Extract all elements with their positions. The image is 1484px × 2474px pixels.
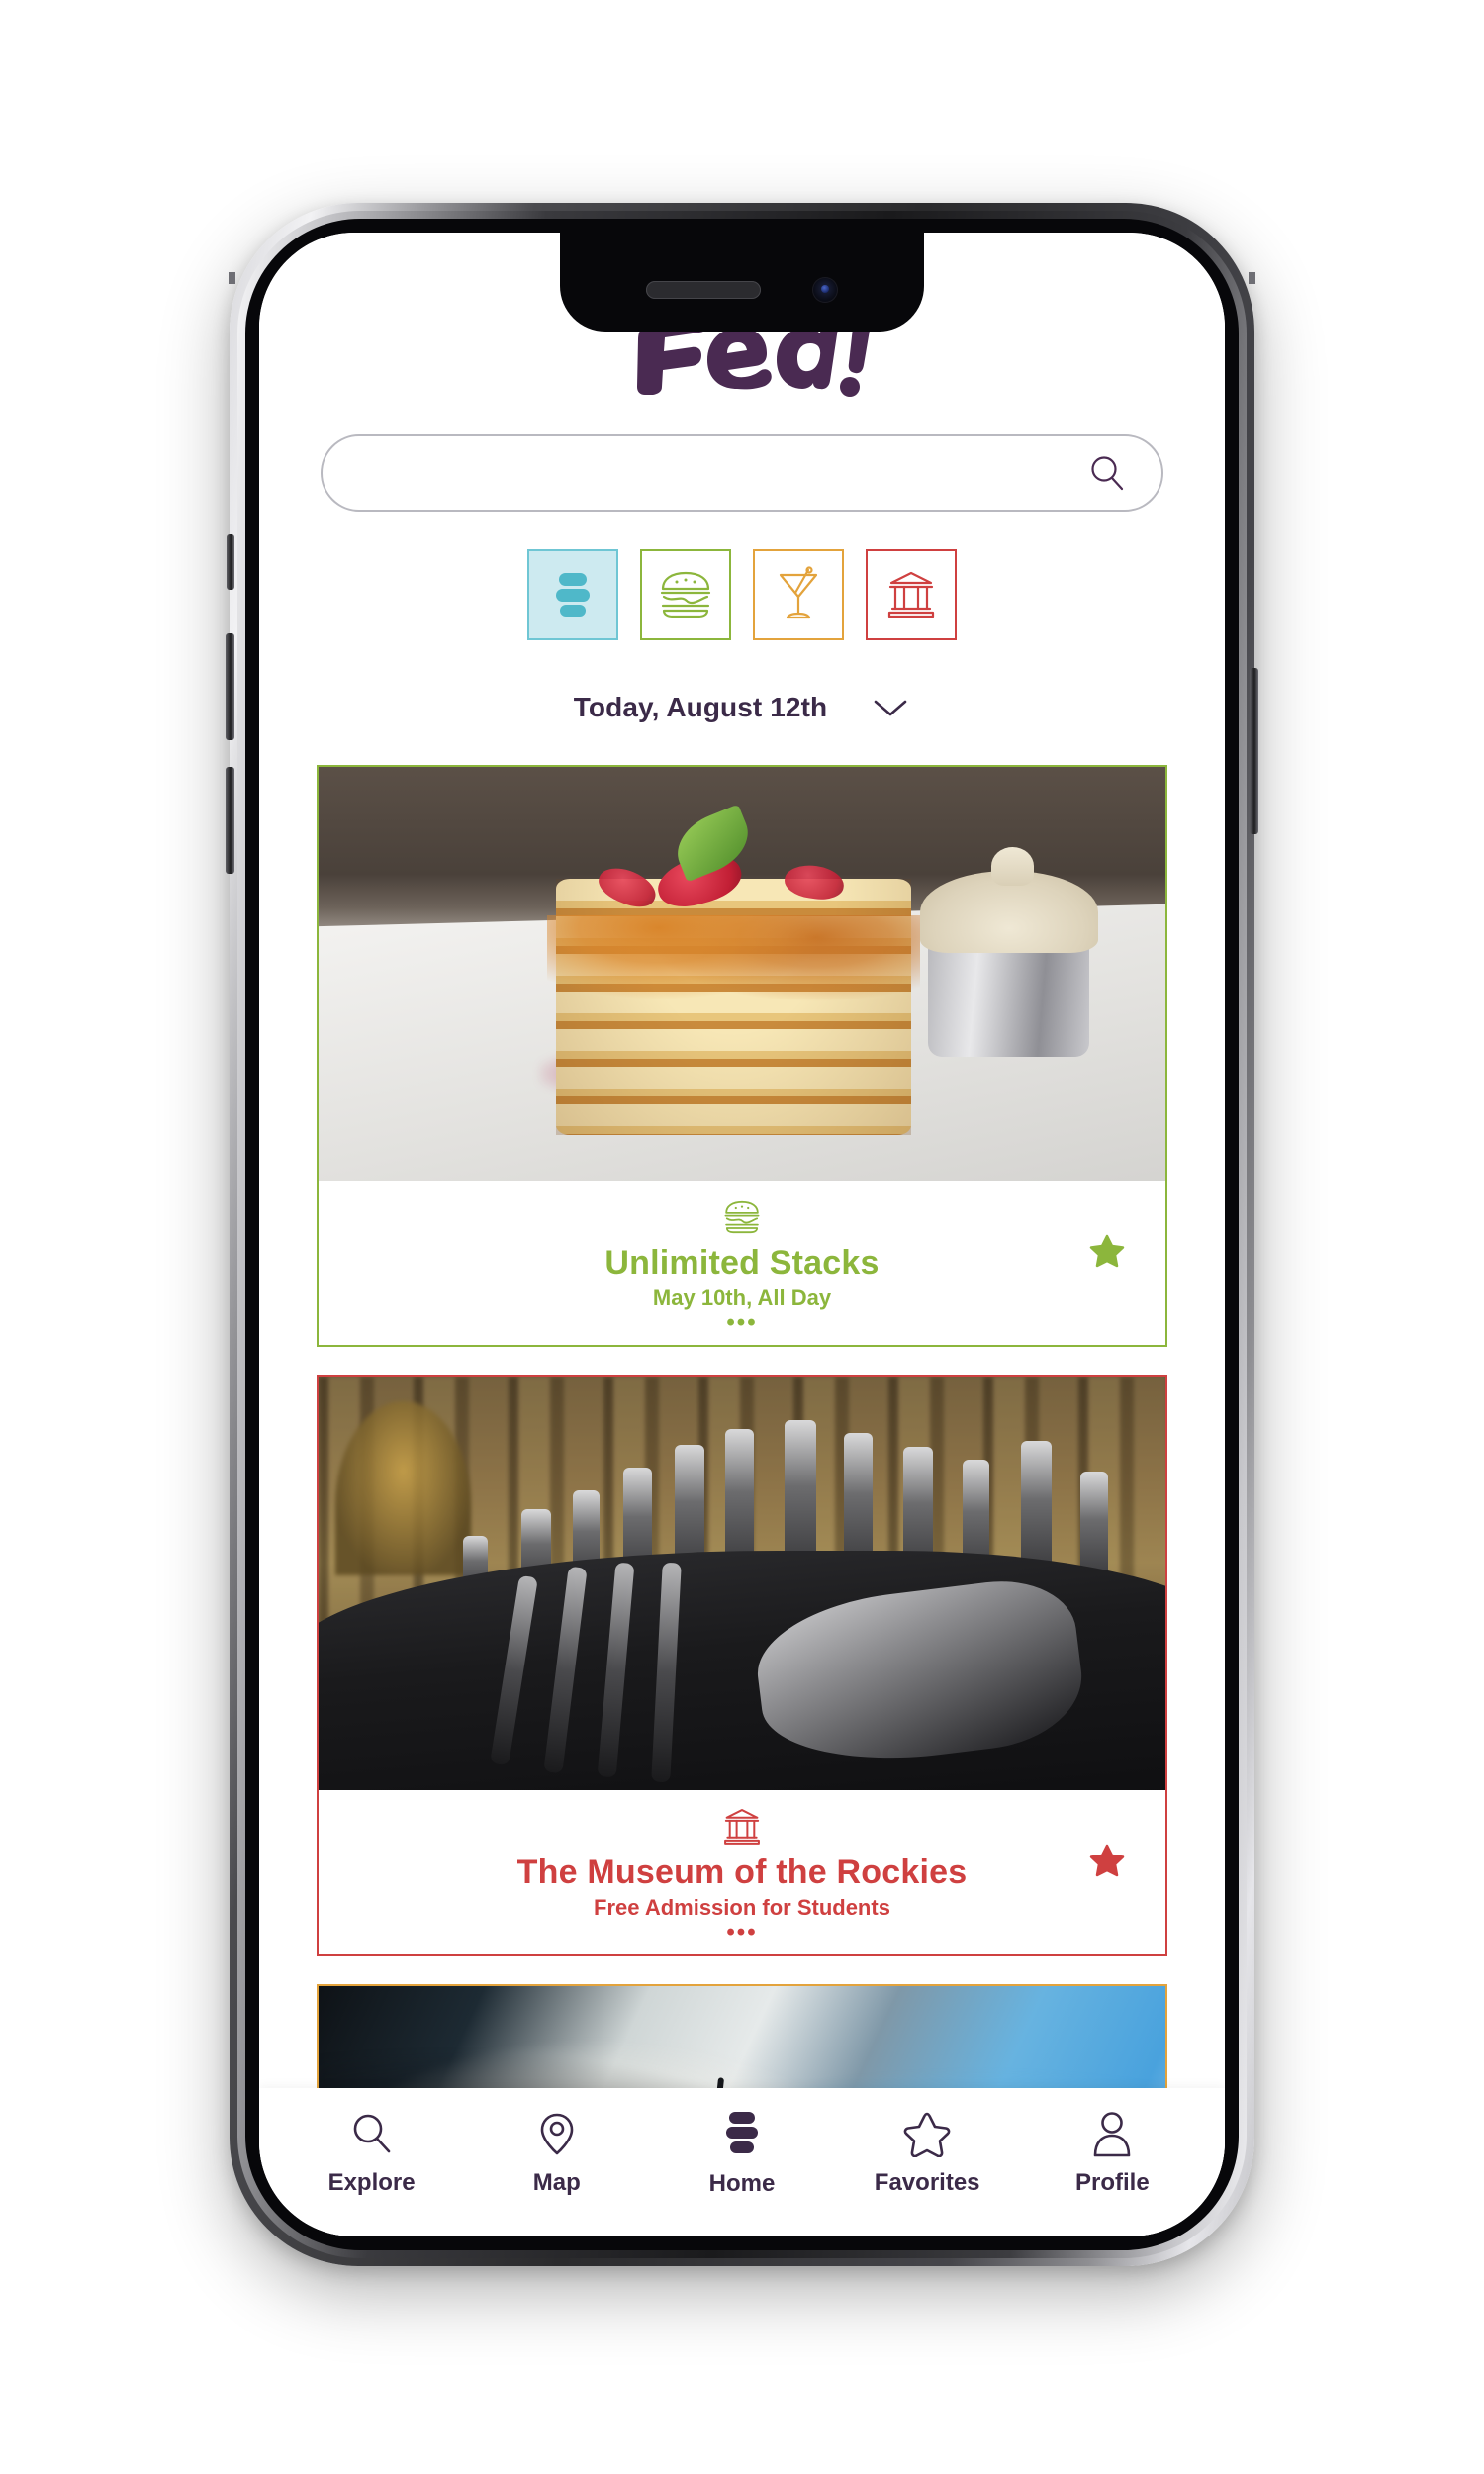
card-category-icon — [319, 1804, 1165, 1850]
star-filled-icon — [1089, 1844, 1125, 1877]
event-card-list: Unlimited Stacks May 10th, All Day ••• T… — [259, 765, 1225, 2088]
front-camera-icon — [812, 277, 838, 303]
person-icon — [1094, 2112, 1131, 2157]
app-scroll-area[interactable]: Today, August 12th Unlimited Stacks May … — [259, 233, 1225, 2088]
dinosaur-skeleton-photo — [319, 1377, 1165, 1790]
volume-up-button[interactable] — [226, 633, 234, 740]
card-more-dots[interactable]: ••• — [319, 1311, 1165, 1335]
date-selector-label: Today, August 12th — [573, 692, 828, 722]
favorite-star-button[interactable] — [1088, 1232, 1126, 1275]
star-filled-icon — [1089, 1234, 1125, 1268]
nav-item-profile[interactable]: Profile — [1033, 2110, 1191, 2197]
category-tab-food[interactable] — [640, 549, 731, 640]
nav-label: Profile — [1075, 2169, 1150, 2196]
favorite-star-button[interactable] — [1088, 1842, 1126, 1884]
card-title: The Museum of the Rockies — [516, 1854, 968, 1891]
chevron-down-icon[interactable] — [871, 696, 910, 719]
card-more-dots[interactable]: ••• — [319, 1921, 1165, 1945]
pancake-stack-icon — [725, 2112, 758, 2153]
search-icon — [353, 2114, 390, 2153]
card-body: Unlimited Stacks May 10th, All Day ••• — [319, 1181, 1165, 1345]
star-outline-icon — [903, 2112, 951, 2157]
card-category-icon — [319, 1194, 1165, 1240]
antenna-line-right — [1249, 272, 1255, 284]
cocktail-icon — [779, 566, 818, 619]
phone-screen: Today, August 12th Unlimited Stacks May … — [259, 233, 1225, 2236]
card-title: Unlimited Stacks — [604, 1244, 880, 1282]
search-icon[interactable] — [1086, 452, 1128, 494]
nav-item-map[interactable]: Map — [478, 2110, 636, 2197]
fed-app: Today, August 12th Unlimited Stacks May … — [259, 233, 1225, 2236]
search-bar[interactable] — [321, 434, 1163, 512]
category-tab-drinks[interactable] — [753, 549, 844, 640]
nav-label: Favorites — [874, 2169, 980, 2196]
category-filter-row — [259, 549, 1225, 640]
event-card-cocktails[interactable] — [317, 1984, 1167, 2088]
nav-label: Map — [532, 2169, 581, 2196]
event-card-museum-of-the-rockies[interactable]: The Museum of the Rockies Free Admission… — [317, 1375, 1167, 1956]
card-body: The Museum of the Rockies Free Admission… — [319, 1790, 1165, 1954]
search-input[interactable] — [358, 457, 1086, 489]
card-image-cocktails — [319, 1986, 1165, 2088]
phone-device: Today, August 12th Unlimited Stacks May … — [226, 203, 1258, 2266]
earpiece-speaker-icon — [646, 281, 761, 299]
category-tab-culture[interactable] — [866, 549, 957, 640]
burger-icon — [660, 571, 711, 618]
nav-label: Explore — [327, 2169, 416, 2196]
bottom-navigation-bar: Explore Map Home Favorites Profile — [259, 2088, 1225, 2236]
mute-switch[interactable] — [227, 534, 234, 590]
power-button[interactable] — [1250, 668, 1258, 834]
date-selector[interactable]: Today, August 12th — [259, 682, 1225, 733]
volume-down-button[interactable] — [226, 767, 234, 874]
nav-item-explore[interactable]: Explore — [293, 2110, 451, 2197]
card-image-pancakes — [319, 767, 1165, 1181]
museum-icon — [724, 1809, 760, 1845]
event-card-unlimited-stacks[interactable]: Unlimited Stacks May 10th, All Day ••• — [317, 765, 1167, 1347]
device-notch — [560, 233, 924, 332]
map-pin-icon — [540, 2113, 574, 2155]
nav-item-home[interactable]: Home — [663, 2109, 821, 2198]
cocktails-photo — [319, 1986, 1165, 2088]
category-tab-all[interactable] — [527, 549, 618, 640]
pancake-stack-photo — [319, 767, 1165, 1181]
card-image-dinosaur — [319, 1377, 1165, 1790]
search-section — [259, 434, 1225, 512]
antenna-line-left — [229, 272, 235, 284]
card-subtitle: May 10th, All Day — [652, 1285, 832, 1310]
museum-icon — [887, 571, 935, 618]
burger-icon — [724, 1200, 760, 1234]
nav-item-favorites[interactable]: Favorites — [848, 2110, 1006, 2197]
nav-label: Home — [708, 2170, 776, 2197]
card-subtitle: Free Admission for Students — [594, 1895, 890, 1920]
pancake-stack-icon — [556, 573, 590, 617]
